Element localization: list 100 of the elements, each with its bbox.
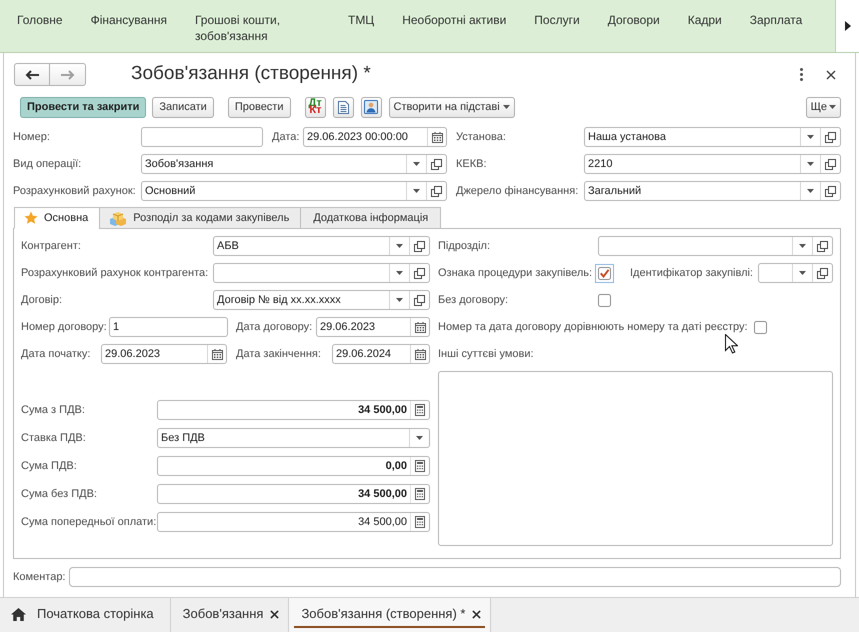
scroll-right-button[interactable]: [835, 0, 859, 52]
field-label: Номер:: [13, 130, 50, 145]
select-field[interactable]: Основний: [141, 181, 447, 201]
caret-icon: [396, 271, 403, 275]
field-label: Контрагент:: [21, 238, 81, 254]
close-icon[interactable]: [472, 610, 482, 618]
menu-item[interactable]: Грошові кошти, зобов'язання: [194, 12, 320, 44]
text-field[interactable]: [141, 127, 263, 147]
star-icon: [24, 211, 38, 225]
menu-item[interactable]: Кадри: [688, 12, 722, 28]
menu-item[interactable]: Фінансування: [90, 12, 167, 28]
toolbar-button[interactable]: Записати: [152, 96, 214, 118]
select-field[interactable]: Наша установа: [584, 127, 841, 147]
debit-credit-button[interactable]: Дт Кт: [304, 96, 326, 118]
select-field[interactable]: [758, 263, 833, 283]
field-label: Дата:: [272, 130, 300, 145]
field-label: Вид операції:: [13, 156, 82, 172]
select-field[interactable]: Без ПДВ: [157, 428, 430, 448]
checkbox[interactable]: [598, 294, 611, 306]
calendar-button[interactable]: [410, 345, 429, 363]
calendar-icon: [414, 322, 426, 332]
calendar-button[interactable]: [427, 128, 446, 146]
tab[interactable]: Додаткова інформація: [300, 207, 442, 229]
boxes-icon: [109, 210, 128, 226]
field-label: Номер та дата договору дорівнюють номеру та даті реєстру:: [438, 320, 748, 335]
arrow-right-icon: [60, 70, 74, 80]
home-icon: [11, 608, 26, 620]
menu-item[interactable]: Необоротні активи: [402, 12, 506, 28]
number-field[interactable]: 34 500,00: [157, 512, 430, 532]
overlapping-squares-icon: [825, 186, 836, 196]
toolbar-button[interactable]: Провести: [228, 96, 290, 118]
triangle-right-icon: [844, 21, 850, 31]
field-label: Джерело фінансування:: [456, 184, 578, 199]
mouse-cursor-icon: [725, 334, 738, 354]
overlapping-squares-icon: [414, 268, 425, 278]
caret-icon: [807, 162, 814, 166]
select-field[interactable]: АБВ: [213, 236, 430, 256]
menu-button[interactable]: Створити на підставі: [388, 96, 515, 118]
more-menu-button[interactable]: Ще: [806, 96, 841, 118]
date-field[interactable]: 29.06.2023 00:00:00: [303, 127, 447, 147]
close-icon[interactable]: [826, 70, 836, 80]
select-field[interactable]: Договір № від xx.xx.xxxx: [213, 290, 430, 310]
text-field[interactable]: 1: [109, 317, 228, 337]
field-label: Установа:: [456, 130, 506, 145]
select-field[interactable]: 2210: [584, 154, 841, 174]
calculator-icon: [415, 460, 425, 472]
caret-icon: [807, 135, 814, 139]
select-field[interactable]: [598, 236, 833, 256]
field-label: Підрозділ:: [438, 238, 490, 254]
field-label: Ознака процедури закупівель:: [438, 266, 592, 281]
select-field[interactable]: Загальний: [584, 181, 841, 201]
document-icon: [338, 100, 348, 114]
field-label: Інші суттєві умови:: [438, 346, 534, 362]
select-field[interactable]: [213, 263, 430, 283]
overlapping-squares-icon: [817, 240, 828, 252]
field-label: Дата закінчення:: [236, 346, 321, 362]
menu-item[interactable]: Договори: [608, 12, 660, 28]
field-label: Дата договору:: [236, 320, 312, 335]
overlapping-squares-icon: [825, 132, 836, 142]
caret-icon: [799, 244, 806, 248]
caret-icon: [416, 436, 423, 440]
field-label: Дата початку:: [21, 346, 90, 362]
window-tab[interactable]: Зобов'язання (створення) *: [289, 598, 492, 632]
date-field[interactable]: 29.06.2024: [332, 344, 430, 364]
overlapping-squares-icon: [414, 294, 425, 306]
comment-field[interactable]: [69, 567, 841, 587]
calendar-button[interactable]: [207, 345, 226, 363]
number-field[interactable]: 34 500,00: [157, 400, 430, 420]
menu-item[interactable]: Головне: [17, 12, 63, 28]
field-label: Розрахунковий рахунок контрагента:: [21, 266, 208, 281]
report-button[interactable]: [332, 96, 354, 118]
tab[interactable]: Розподіл за кодами закупівель: [99, 207, 302, 229]
menu-item[interactable]: Зарплата: [750, 12, 802, 28]
back-button[interactable]: [14, 63, 50, 86]
field-label: Номер договору:: [21, 320, 107, 335]
number-field[interactable]: 0,00: [157, 456, 430, 476]
menu-item[interactable]: ТМЦ: [348, 12, 374, 28]
caret-icon: [413, 189, 420, 193]
field-label: Коментар:: [13, 570, 66, 585]
menu-item[interactable]: Послуги: [534, 12, 580, 28]
card-button[interactable]: [360, 96, 382, 118]
form-title: Зобов'язання (створення) *: [131, 62, 371, 86]
arrow-left-icon: [25, 70, 39, 80]
close-icon[interactable]: [270, 610, 280, 618]
tab[interactable]: Основна: [14, 207, 100, 229]
select-field[interactable]: Зобов'язання: [141, 154, 447, 174]
person-card-icon: [364, 100, 378, 114]
checkbox[interactable]: [595, 264, 614, 282]
date-field[interactable]: 29.06.2023: [316, 317, 430, 337]
more-icon[interactable]: [800, 68, 803, 81]
checkbox[interactable]: [754, 320, 767, 334]
field-label: Сума ПДВ:: [21, 458, 77, 474]
toolbar-button[interactable]: Провести та закрити: [20, 96, 146, 118]
number-field[interactable]: 34 500,00: [157, 484, 430, 504]
date-field[interactable]: 29.06.2023: [101, 344, 227, 364]
caret-icon: [829, 105, 836, 109]
caret-icon: [413, 162, 420, 166]
window-tab[interactable]: Початкова сторінка: [0, 598, 171, 632]
calculator-icon: [415, 516, 425, 528]
calendar-button[interactable]: [410, 318, 429, 336]
